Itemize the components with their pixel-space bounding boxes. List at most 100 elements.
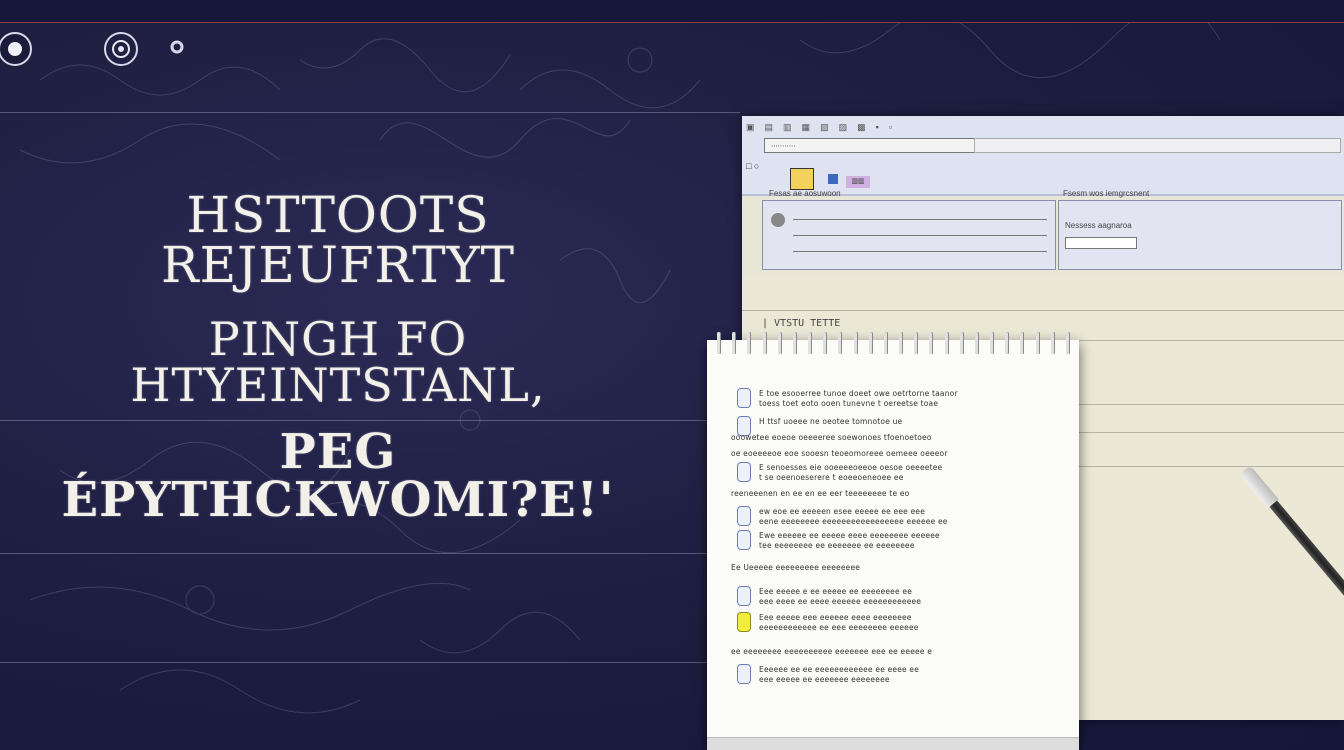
toolbar-label: □ ○ xyxy=(746,161,760,171)
spiral-ring xyxy=(990,332,994,354)
checklist-line: eee eeee ee eeee eeeeee eeeeeeeeeeee xyxy=(759,597,922,606)
checklist-line: oe eoeeeeoe eoe sooesn teoeomoreee oemee… xyxy=(731,449,948,458)
checkbox[interactable] xyxy=(737,664,751,684)
notepad-footer xyxy=(707,737,1079,750)
checklist-item-text: oe eoeeeeoe eoe sooesn teoeomoreee oemee… xyxy=(731,449,1049,459)
panel-line xyxy=(793,251,1047,252)
spiral-ring xyxy=(717,332,720,354)
spiral-ring xyxy=(974,332,978,354)
panel-line xyxy=(793,235,1047,236)
spiral-ring xyxy=(868,332,872,354)
color-swatch-yellow[interactable] xyxy=(790,168,814,190)
checklist-item-text: Eee eeeee e ee eeeee ee eeeeeeee ee eee e… xyxy=(759,587,1049,607)
checklist-item-text: Ee Ueeeee eeeeeeeee eeeeeeee xyxy=(731,563,1049,573)
toolbar-icon[interactable]: ▦ xyxy=(802,122,811,133)
toolbar-icon-row: ▣ ▤ ▥ ▦ ▧ ▨ ▩ ▪ ▫ xyxy=(746,120,1340,134)
checklist-line: reeneeenen en ee en ee eer teeeeeeee te … xyxy=(731,489,910,498)
divider-line xyxy=(0,553,710,554)
gear-icon-glyph xyxy=(170,40,184,54)
checklist-line: Eeeeee ee ee eeeeeeeeeeee ee eeee ee xyxy=(759,665,920,674)
spiral-ring xyxy=(1050,332,1054,354)
spiral-ring xyxy=(959,332,963,354)
checklist-item-text: Ewe eeeeee ee eeeee eeee eeeeeeee eeeeee… xyxy=(759,531,1049,551)
toolbar-icon[interactable]: ▧ xyxy=(820,122,829,133)
checklist-item-text: ee eeeeeeee eeeeeeeeee eeeeeee eee ee ee… xyxy=(731,647,1049,657)
toolbar-icon[interactable]: ▣ xyxy=(746,122,755,133)
spiral-ring xyxy=(762,332,766,354)
gear-icon[interactable] xyxy=(162,32,192,62)
color-swatch-pink[interactable]: ▥▥ xyxy=(846,176,870,188)
checklist-line: Eee eeeee e ee eeeee ee eeeeeeee ee xyxy=(759,587,913,596)
window-toolbar: ▣ ▤ ▥ ▦ ▧ ▨ ▩ ▪ ▫ ∙∙∙∙∙∙∙∙∙∙∙ □ ○ ▥▥ xyxy=(742,116,1344,196)
spiral-ring xyxy=(1020,332,1024,354)
toolbar-icon[interactable]: ▪ xyxy=(876,122,879,132)
panel-right-sub: Nessess aagnaroa xyxy=(1065,221,1132,230)
checklist-line: E toe esooerree tunoe doeet owe oetrtorn… xyxy=(759,389,958,398)
divider-line xyxy=(0,112,740,113)
checkbox[interactable] xyxy=(737,586,751,606)
headline-line-1: HSTTOOTS REJEUFRTYT xyxy=(161,186,515,294)
checkbox[interactable] xyxy=(737,462,751,482)
checklist-line: E senoesses eie ooeeeeoeeoe oesoe oeeeet… xyxy=(759,463,943,472)
checklist-line: Ewe eeeeee ee eeeee eeee eeeeeeee eeeeee xyxy=(759,531,940,540)
toolbar-field[interactable]: ∙∙∙∙∙∙∙∙∙∙∙ xyxy=(764,138,982,153)
spiral-ring xyxy=(732,332,736,354)
checklist-item-text: Eeeeee ee ee eeeeeeeeeeee ee eeee ee eee … xyxy=(759,665,1049,685)
checklist-line: Eee eeeee eee eeeeee eeee eeeeeeee xyxy=(759,613,912,622)
spiral-binding xyxy=(717,332,1069,354)
color-swatch-blue[interactable] xyxy=(828,174,838,184)
checklist-line: t se oeenoeserere t eoeeoeneoee ee xyxy=(759,473,904,482)
headline-line-3: PEG ÉPYTHCKWOMI?E!' xyxy=(61,424,615,528)
checklist-item-text: reeneeenen en ee en ee eer teeeeeeee te … xyxy=(731,489,1049,499)
spiral-ring xyxy=(1035,332,1039,354)
toolbar-icon[interactable]: ▨ xyxy=(839,122,848,133)
target-icon[interactable] xyxy=(104,32,138,66)
panel-left-label: Fesas ae aosuwoon xyxy=(769,189,841,198)
checkbox[interactable] xyxy=(737,612,751,632)
checklist-line: eene eeeeeeee eeeeeeeeeeeeeeeee eeeeee e… xyxy=(759,517,948,526)
panel-right-input[interactable] xyxy=(1065,237,1137,249)
doc-header: | VTSTU TETTE xyxy=(762,318,841,329)
headline: HSTTOOTS REJEUFRTYT PINGH FO HTYEINTSTAN… xyxy=(58,190,618,524)
checklist-line: H ttsf uoeee ne oeotee tomnotoe ue xyxy=(759,417,903,426)
toolbar-icon[interactable]: ▫ xyxy=(889,122,892,132)
spiral-ring xyxy=(777,332,781,354)
spiral-ring xyxy=(823,332,827,354)
checkbox[interactable] xyxy=(737,388,751,408)
checkbox[interactable] xyxy=(737,530,751,550)
spiral-ring xyxy=(883,332,887,354)
spiral-ring xyxy=(853,332,857,354)
toolbar-icon[interactable]: ▥ xyxy=(783,122,792,133)
checkbox[interactable] xyxy=(737,506,751,526)
spiral-ring xyxy=(944,332,948,354)
checklist-line: Ee Ueeeee eeeeeeeee eeeeeeee xyxy=(731,563,861,572)
divider-line xyxy=(0,662,710,663)
checklist-item-text: E senoesses eie ooeeeeoeeoe oesoe oeeeet… xyxy=(759,463,1049,483)
checklist-line: ee eeeeeeee eeeeeeeeee eeeeeee eee ee ee… xyxy=(731,647,933,656)
headline-line-2: PINGH FO HTYEINTSTANL, xyxy=(130,312,546,412)
target-icon-glyph xyxy=(112,40,130,58)
checklist-line: eee eeeee ee eeeeeee eeeeeeee xyxy=(759,675,890,684)
checklist-line: tee eeeeeeee ee eeeeeee ee eeeeeeee xyxy=(759,541,915,550)
lock-icon xyxy=(771,213,785,227)
checklist-item-text: Eee eeeee eee eeeeee eeee eeeeeeee eeeeee… xyxy=(759,613,1049,633)
panel-right-label: Fsesm wos iemgrcsnent xyxy=(1063,189,1150,198)
checklist-line: toess toet eoto ooen tunevne t oereetse … xyxy=(759,399,939,408)
toolbar-field-extended[interactable] xyxy=(974,138,1341,153)
toolbar-icon[interactable]: ▩ xyxy=(857,122,866,133)
panel-right: Fsesm wos iemgrcsnent Nessess aagnaroa xyxy=(1058,189,1342,270)
spiral-ring xyxy=(914,332,918,354)
spiral-ring xyxy=(838,332,842,354)
checklist-item-text: ooowetee eoeoe oeeeeree soewonoes tfoeno… xyxy=(731,433,1049,443)
checklist-line: eeeeeeeeeeee ee eee eeeeeeee eeeeee xyxy=(759,623,919,632)
checklist-line: ew eoe ee eeeeen esee eeeee ee eee eee xyxy=(759,507,926,516)
checklist-item-text: H ttsf uoeee ne oeotee tomnotoe ue xyxy=(759,417,1049,427)
doc-rule xyxy=(742,310,1344,311)
checklist-line: ooowetee eoeoe oeeeeree soewonoes tfoeno… xyxy=(731,433,932,442)
spiral-ring xyxy=(899,332,903,354)
checklist-item-text: ew eoe ee eeeeen esee eeeee ee eee eee ee… xyxy=(759,507,1049,527)
checklist-item-text: E toe esooerree tunoe doeet owe oetrtorn… xyxy=(759,389,1049,409)
toolbar-icon[interactable]: ▤ xyxy=(765,122,774,133)
spiral-ring xyxy=(747,332,751,354)
panel-line xyxy=(793,219,1047,220)
